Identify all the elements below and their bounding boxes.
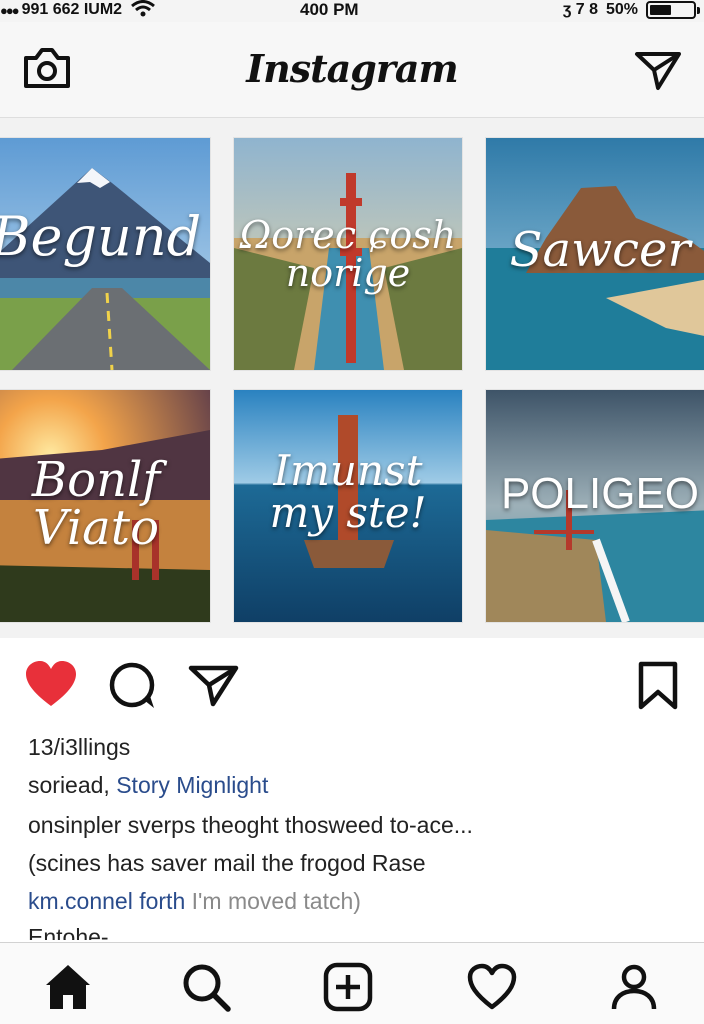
caption-link[interactable]: Story Mignlight xyxy=(116,772,268,798)
grid-tile-mountain[interactable]: Begund xyxy=(0,138,210,370)
tile-caption: Sawcer xyxy=(509,222,691,278)
grid-tile-coastline[interactable]: POLIGEO xyxy=(486,390,704,622)
grid-tile-cliffs[interactable]: Sawcer xyxy=(486,138,704,370)
caption-cut-line: Entohe- xyxy=(28,924,109,940)
add-post-icon[interactable] xyxy=(322,961,374,1013)
caption-body-line: (scines has saver mail the frogod Rase xyxy=(28,850,426,876)
status-bar: ●●● 991 662 IUM2 400 PM ʒ 7 8 50% xyxy=(0,0,704,22)
status-right: ʒ 7 8 50% xyxy=(562,0,700,20)
caption-link[interactable]: km.connel forth xyxy=(28,888,185,914)
tile-caption: Imunst my ste! xyxy=(269,446,427,537)
battery-fill xyxy=(650,5,671,15)
bookmark-icon[interactable] xyxy=(636,660,680,712)
tile-caption: Ωorec ɕosh norige xyxy=(239,213,457,295)
status-symbols: ʒ 7 8 xyxy=(562,1,598,18)
share-icon[interactable] xyxy=(188,662,240,708)
photo-grid: Begund Ωorec ɕosh norige Sawcer Bonlf Vi… xyxy=(0,118,704,638)
caption-username: soriead, xyxy=(28,772,110,798)
likes-count: 13/i3llings xyxy=(28,734,131,760)
caption-line: soriead, Story Mignlight xyxy=(28,772,268,799)
activity-heart-icon[interactable] xyxy=(466,961,518,1013)
signal-strength-icon: ●●● xyxy=(0,2,20,18)
heart-filled-icon[interactable] xyxy=(24,660,78,710)
app-title: Instagram xyxy=(246,46,458,91)
comment-icon[interactable] xyxy=(108,660,160,712)
tile-caption: Bonlf Viato xyxy=(31,452,161,556)
search-icon[interactable] xyxy=(180,961,232,1013)
direct-message-icon[interactable] xyxy=(634,48,682,92)
carrier-label: 991 662 IUM2 xyxy=(21,1,123,18)
bottom-tab-bar xyxy=(0,942,704,1024)
post-actions xyxy=(0,640,704,732)
home-icon[interactable] xyxy=(42,961,94,1013)
status-time: 400 PM xyxy=(300,0,359,19)
battery-icon xyxy=(646,1,700,19)
wifi-icon xyxy=(130,0,156,21)
grid-tile-sunset[interactable]: Bonlf Viato xyxy=(0,390,210,622)
tile-caption: Begund xyxy=(0,205,202,268)
grid-tile-tower[interactable]: Imunst my ste! xyxy=(234,390,462,622)
caption-more-line: km.connel forth I'm moved tatch) xyxy=(28,888,361,915)
status-left: ●●● 991 662 IUM2 xyxy=(0,0,156,20)
caption-body-line: onsinpler sverps theoght thosweed to-ace… xyxy=(28,812,473,838)
caption-muted-text: I'm moved tatch) xyxy=(191,888,361,914)
grid-tile-bridge[interactable]: Ωorec ɕosh norige xyxy=(234,138,462,370)
profile-icon[interactable] xyxy=(608,961,660,1013)
battery-percent: 50% xyxy=(605,1,638,18)
app-header: Instagram xyxy=(0,22,704,118)
tile-caption: POLIGEO xyxy=(500,469,700,518)
